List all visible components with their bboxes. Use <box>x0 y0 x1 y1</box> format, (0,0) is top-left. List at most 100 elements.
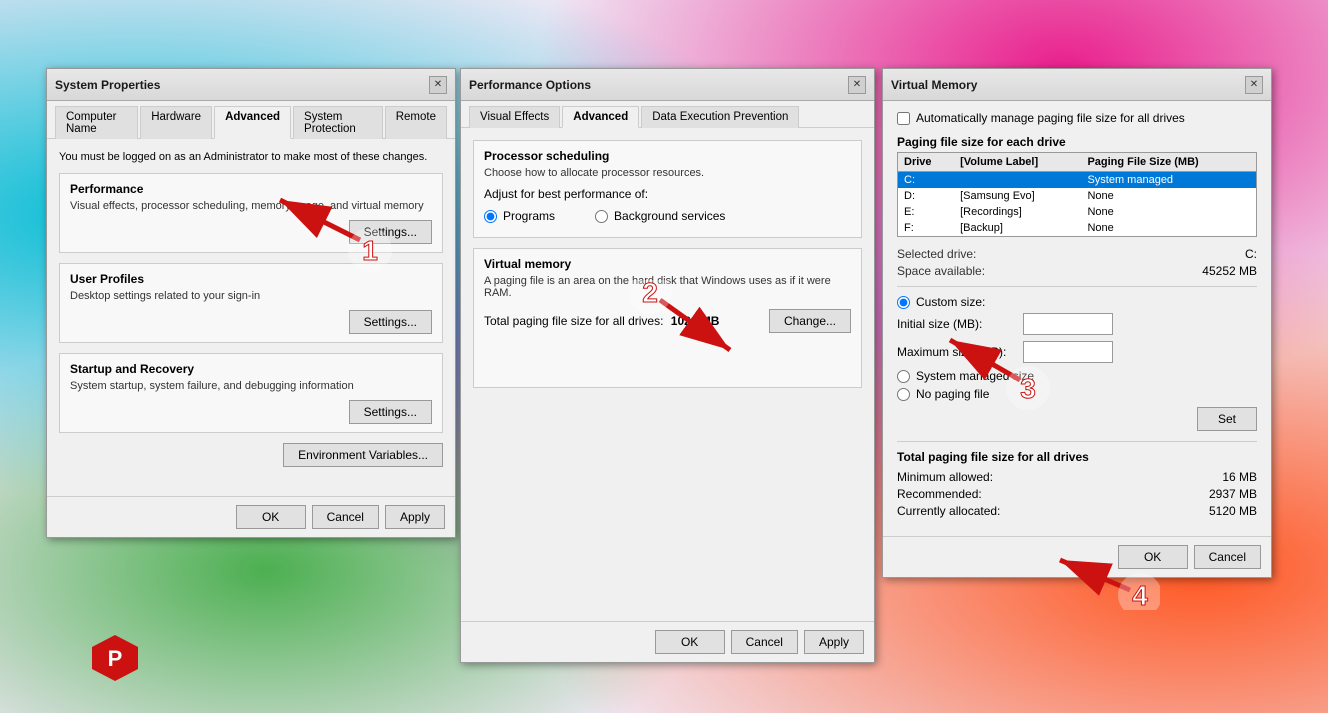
tab-hardware[interactable]: Hardware <box>140 106 212 139</box>
custom-size-label[interactable]: Custom size: <box>916 295 985 309</box>
drive-letter: E: <box>898 204 955 220</box>
background-services-label[interactable]: Background services <box>614 209 725 223</box>
currently-allocated-row: Currently allocated: 5120 MB <box>897 504 1257 518</box>
system-properties-tabs: Computer Name Hardware Advanced System P… <box>47 101 455 139</box>
drive-label: [Recordings] <box>954 204 1081 220</box>
space-available-value: 45252 MB <box>1202 264 1257 278</box>
total-paging-value: 1024 MB <box>671 314 720 328</box>
user-profiles-settings-button[interactable]: Settings... <box>349 310 432 334</box>
custom-size-radio-group: Custom size: <box>897 295 1257 309</box>
vm-cancel-button[interactable]: Cancel <box>1194 545 1261 569</box>
perf-apply-button[interactable]: Apply <box>804 630 864 654</box>
drive-size: None <box>1081 204 1256 220</box>
env-vars-button[interactable]: Environment Variables... <box>283 443 443 467</box>
system-properties-close[interactable]: ✕ <box>429 76 447 94</box>
drive-label: [Backup] <box>954 220 1081 237</box>
initial-size-label: Initial size (MB): <box>897 317 1017 331</box>
min-allowed-row: Minimum allowed: 16 MB <box>897 470 1257 484</box>
total-paging-label: Total paging file size for all drives: 1… <box>484 314 719 328</box>
tab-perf-advanced[interactable]: Advanced <box>562 106 639 128</box>
user-profiles-desc: Desktop settings related to your sign-in <box>70 290 432 302</box>
system-apply-button[interactable]: Apply <box>385 505 445 529</box>
performance-desc: Visual effects, processor scheduling, me… <box>70 200 432 212</box>
drive-table-row[interactable]: D: [Samsung Evo] None <box>898 188 1257 204</box>
drive-col-header: Drive <box>898 153 955 172</box>
system-managed-radio[interactable] <box>897 370 910 383</box>
drive-table-row[interactable]: C: System managed <box>898 172 1257 189</box>
perf-close[interactable]: ✕ <box>848 76 866 94</box>
paging-file-header: Paging file size for each drive <box>897 135 1257 149</box>
no-paging-radio-group: No paging file <box>897 387 1257 401</box>
vm-section-desc: A paging file is an area on the hard dis… <box>484 275 851 299</box>
programs-radio-group: Programs <box>484 209 555 223</box>
background-services-radio[interactable] <box>595 210 608 223</box>
system-properties-titlebar: System Properties ✕ <box>47 69 455 101</box>
system-ok-button[interactable]: OK <box>236 505 306 529</box>
no-paging-label[interactable]: No paging file <box>916 387 989 401</box>
custom-size-radio[interactable] <box>897 296 910 309</box>
initial-size-row: Initial size (MB): <box>897 313 1257 335</box>
system-managed-label[interactable]: System managed size <box>916 369 1034 383</box>
system-properties-title: System Properties <box>55 78 160 92</box>
startup-title: Startup and Recovery <box>70 362 432 376</box>
set-button[interactable]: Set <box>1197 407 1257 431</box>
paging-size-col-header: Paging File Size (MB) <box>1081 153 1256 172</box>
drive-letter: F: <box>898 220 955 237</box>
auto-manage-label[interactable]: Automatically manage paging file size fo… <box>916 111 1185 125</box>
total-section-label: Total paging file size for all drives <box>897 450 1257 464</box>
processor-scheduling-section: Processor scheduling Choose how to alloc… <box>473 140 862 238</box>
volume-col-header: [Volume Label] <box>954 153 1081 172</box>
vm-title: Virtual Memory <box>891 78 977 92</box>
change-vm-button[interactable]: Change... <box>769 309 851 333</box>
no-paging-radio[interactable] <box>897 388 910 401</box>
programs-label[interactable]: Programs <box>503 209 555 223</box>
system-properties-dialog: System Properties ✕ Computer Name Hardwa… <box>46 68 456 538</box>
drive-label <box>954 172 1081 189</box>
vm-titlebar: Virtual Memory ✕ <box>883 69 1271 101</box>
startup-settings-button[interactable]: Settings... <box>349 400 432 424</box>
drive-table: Drive [Volume Label] Paging File Size (M… <box>897 152 1257 237</box>
vm-close[interactable]: ✕ <box>1245 76 1263 94</box>
maximum-size-input[interactable] <box>1023 341 1113 363</box>
processor-scheduling-title: Processor scheduling <box>484 149 851 163</box>
programs-radio[interactable] <box>484 210 497 223</box>
tab-remote[interactable]: Remote <box>385 106 447 139</box>
auto-manage-checkbox[interactable] <box>897 112 910 125</box>
logo-badge: P <box>90 633 140 683</box>
maximum-size-label: Maximum size (MB): <box>897 345 1017 359</box>
recommended-row: Recommended: 2937 MB <box>897 487 1257 501</box>
drive-table-row[interactable]: F: [Backup] None <box>898 220 1257 237</box>
performance-settings-button[interactable]: Settings... <box>349 220 432 244</box>
virtual-memory-section: Virtual memory A paging file is an area … <box>473 248 862 388</box>
adjust-label: Adjust for best performance of: <box>484 187 851 201</box>
perf-btn-row: OK Cancel Apply <box>461 621 874 662</box>
user-profiles-title: User Profiles <box>70 272 432 286</box>
drive-letter: C: <box>898 172 955 189</box>
tab-computer-name[interactable]: Computer Name <box>55 106 138 139</box>
perf-cancel-button[interactable]: Cancel <box>731 630 798 654</box>
tab-dep[interactable]: Data Execution Prevention <box>641 106 799 128</box>
performance-options-dialog: Performance Options ✕ Visual Effects Adv… <box>460 68 875 663</box>
tab-system-protection[interactable]: System Protection <box>293 106 383 139</box>
initial-size-input[interactable] <box>1023 313 1113 335</box>
virtual-memory-dialog: Virtual Memory ✕ Automatically manage pa… <box>882 68 1272 578</box>
perf-titlebar: Performance Options ✕ <box>461 69 874 101</box>
tab-visual-effects[interactable]: Visual Effects <box>469 106 560 128</box>
space-available-label: Space available: <box>897 264 985 278</box>
system-managed-radio-group: System managed size <box>897 369 1257 383</box>
startup-desc: System startup, system failure, and debu… <box>70 380 432 392</box>
processor-scheduling-desc: Choose how to allocate processor resourc… <box>484 167 851 179</box>
user-profiles-section: User Profiles Desktop settings related t… <box>59 263 443 343</box>
system-properties-btn-row: OK Cancel Apply <box>47 496 455 537</box>
drive-size: None <box>1081 220 1256 237</box>
vm-content: Automatically manage paging file size fo… <box>883 101 1271 536</box>
tab-advanced[interactable]: Advanced <box>214 106 291 139</box>
svg-text:P: P <box>108 646 123 671</box>
selected-drive-value: C: <box>1245 247 1257 261</box>
drive-letter: D: <box>898 188 955 204</box>
vm-ok-button[interactable]: OK <box>1118 545 1188 569</box>
bg-services-radio-group: Background services <box>595 209 725 223</box>
system-cancel-button[interactable]: Cancel <box>312 505 379 529</box>
drive-table-row[interactable]: E: [Recordings] None <box>898 204 1257 220</box>
perf-ok-button[interactable]: OK <box>655 630 725 654</box>
